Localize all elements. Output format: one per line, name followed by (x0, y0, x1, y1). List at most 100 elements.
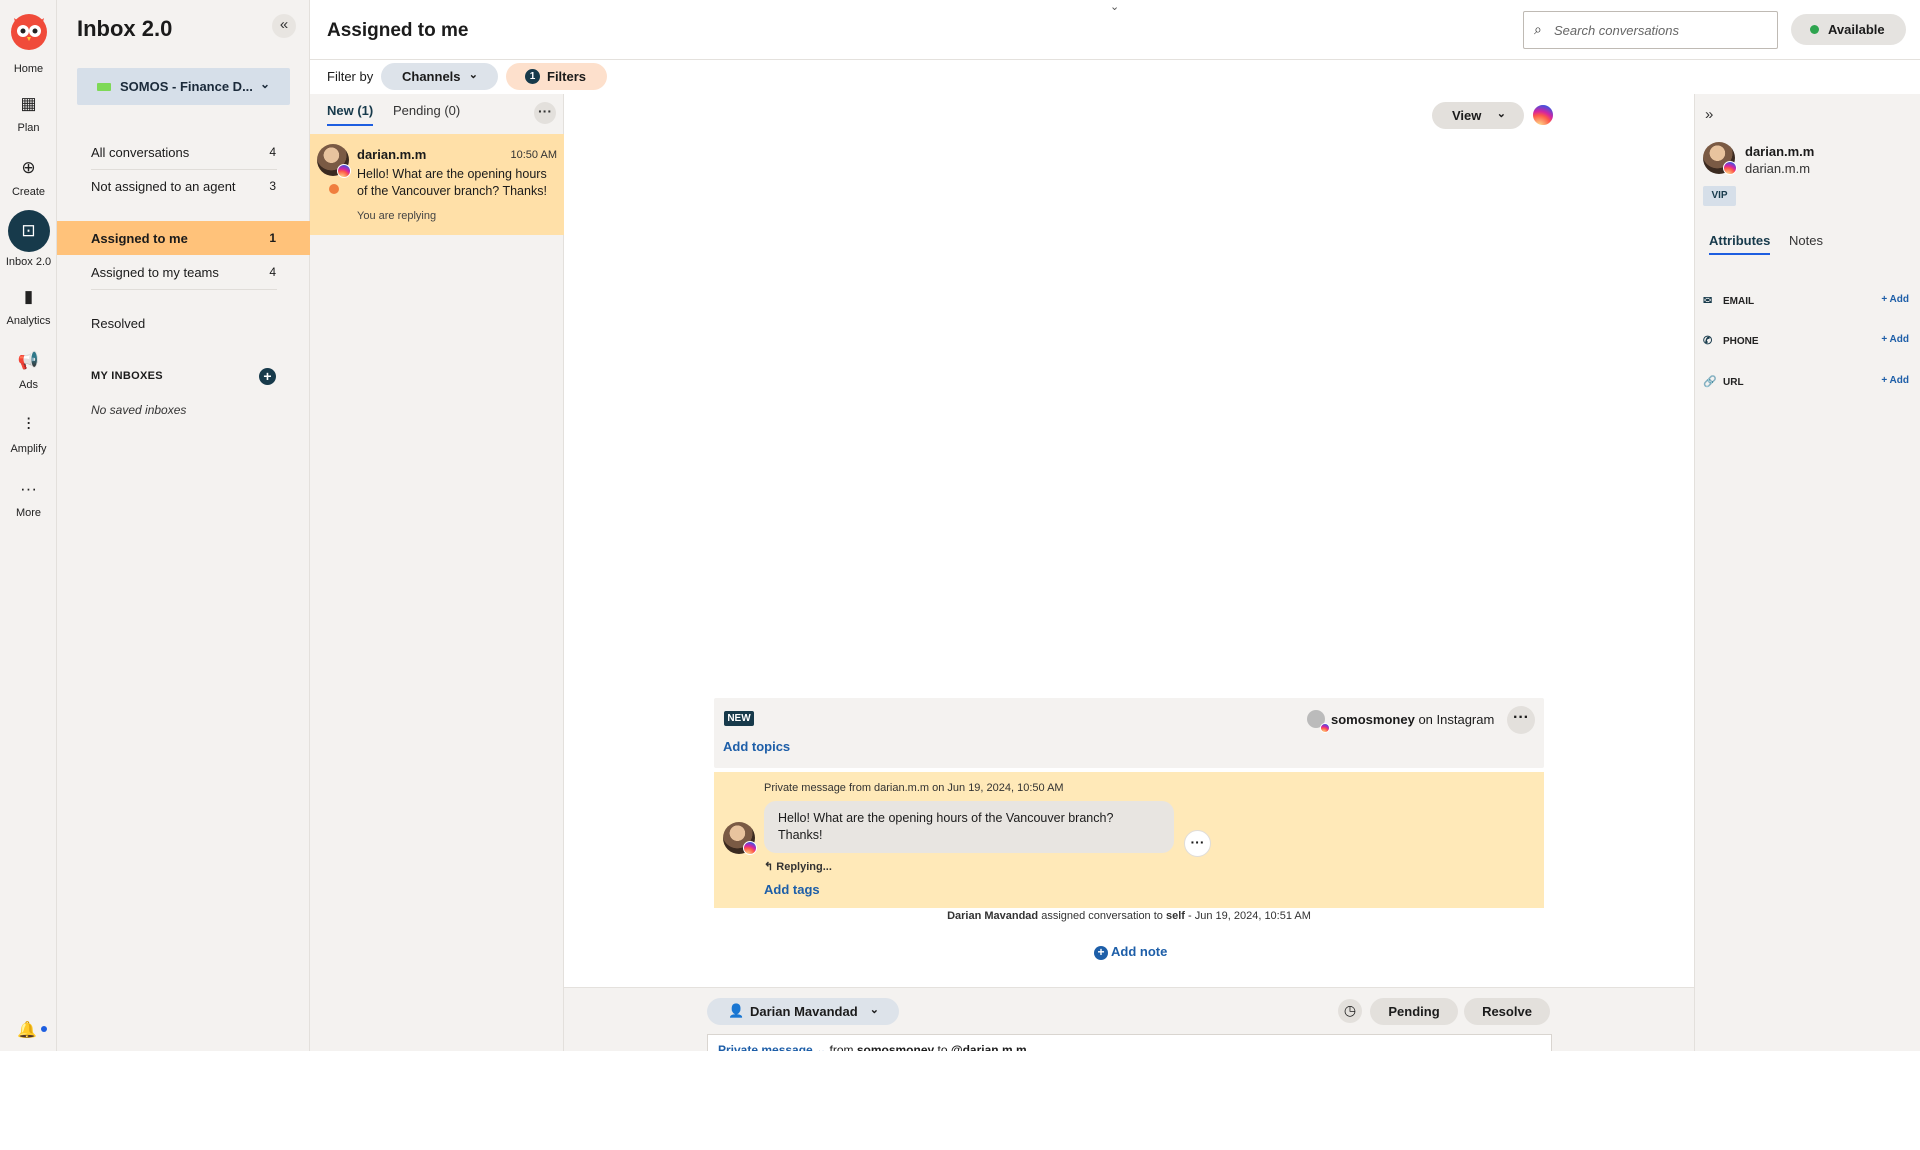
org-select-label: SOMOS - Finance D... (120, 79, 253, 94)
more-dots-icon: ··· (1190, 834, 1205, 850)
search-icon: ⌕ (1534, 21, 1542, 37)
plus-circle-icon: ⊕ (21, 158, 36, 177)
rail-amplify[interactable]: ⫶ Amplify (0, 413, 57, 455)
search-placeholder: Search conversations (1554, 22, 1680, 38)
conversation-preview: Hello! What are the opening hours of the… (357, 167, 547, 198)
nav-label: All conversations (91, 144, 190, 160)
resolve-button[interactable]: Resolve (1464, 998, 1550, 1025)
reply-toolbar: 👤 Darian Mavandad ⌄ ◷ Pending Resolve Pr… (564, 988, 1694, 1051)
filter-bar: Filter by Channels ⌄ 1 Filters (310, 60, 1920, 94)
view-label: View (1452, 108, 1482, 123)
instagram-icon (1723, 161, 1737, 175)
add-note-button[interactable]: + Add note (1094, 944, 1167, 960)
nav-label: Not assigned to an agent (91, 178, 236, 194)
collapse-sidebar-button[interactable]: « (272, 14, 296, 38)
rail-inbox-label: Inbox 2.0 (5, 256, 52, 268)
log-agent: Darian Mavandad (947, 910, 1039, 922)
reply-composer[interactable]: Private message ⌄ from somosmoney to @da… (707, 1034, 1552, 1051)
channels-filter-button[interactable]: Channels ⌄ (381, 63, 498, 90)
card-more-button[interactable]: ··· (1507, 706, 1535, 734)
chevron-down-icon: ⌄ (259, 77, 270, 91)
bell-icon[interactable]: 🔔 (17, 1020, 37, 1040)
phone-icon: ✆ (1703, 335, 1713, 347)
conversation-panel: View ⌄ NEW Add topics somosmoney on Inst… (564, 94, 1694, 1051)
nav-not-assigned[interactable]: Not assigned to an agent 3 (57, 169, 310, 203)
to-account: @darian.m.m (950, 1043, 1027, 1051)
org-select[interactable]: SOMOS - Finance D... ⌄ (77, 68, 290, 105)
my-inboxes-heading: MY INBOXES (91, 370, 163, 382)
amplify-icon: ⫶ (26, 415, 31, 434)
bar-chart-icon: ▮ (23, 287, 34, 306)
double-chevron-right-icon[interactable]: » (1705, 106, 1713, 123)
rail-plan-label: Plan (17, 122, 40, 134)
vip-badge[interactable]: VIP (1703, 186, 1736, 206)
instagram-icon (337, 164, 351, 178)
rail-more-label: More (15, 507, 42, 519)
rail-analytics[interactable]: ▮ Analytics (0, 285, 57, 327)
nav-assigned-to-me[interactable]: Assigned to me 1 (57, 221, 310, 255)
new-badge: NEW (724, 711, 754, 726)
add-inbox-button[interactable]: + (259, 368, 276, 385)
calendar-icon: ▦ (20, 94, 37, 113)
plus-icon: + (263, 368, 272, 384)
pending-button[interactable]: Pending (1370, 998, 1458, 1025)
status-dot (1810, 25, 1819, 34)
nav-resolved[interactable]: Resolved (57, 306, 310, 340)
nav-label: Assigned to me (91, 230, 188, 246)
log-time: - Jun 19, 2024, 10:51 AM (1188, 910, 1311, 922)
nav-rail: Home ▦ Plan ⊕ Create ⊡ Inbox 2.0 ▮ Analy… (0, 0, 57, 1051)
add-topics-link[interactable]: Add topics (723, 739, 790, 754)
contact-handle: darian.m.m (1745, 161, 1811, 176)
replying-label: Replying... (776, 861, 832, 873)
rail-more[interactable]: ··· More (0, 477, 57, 519)
message-type-select[interactable]: Private message (718, 1043, 813, 1051)
contact-name: darian.m.m (1745, 144, 1815, 159)
plus-circle-icon: + (1094, 946, 1108, 960)
rail-home[interactable]: Home (0, 63, 57, 75)
more-dots-icon: ··· (1513, 709, 1529, 726)
owl-logo-icon[interactable] (8, 10, 50, 52)
add-email-link[interactable]: + Add (1881, 294, 1909, 305)
from-account: somosmoney (856, 1043, 935, 1051)
search-input[interactable]: ⌕ Search conversations (1523, 11, 1778, 49)
attribute-url: 🔗 URL + Add (1703, 375, 1915, 388)
view-button[interactable]: View ⌄ (1432, 102, 1524, 129)
filters-button[interactable]: 1 Filters (506, 63, 607, 90)
message-more-button[interactable]: ··· (1184, 830, 1211, 857)
rail-ads[interactable]: 📢 Ads (0, 349, 57, 391)
assignee-label: Darian Mavandad (750, 1004, 858, 1019)
chevron-down-icon: ⌄ (1496, 108, 1506, 120)
add-url-link[interactable]: + Add (1881, 375, 1909, 386)
rail-create[interactable]: ⊕ Create (0, 156, 57, 198)
list-more-button[interactable]: ··· (534, 102, 556, 124)
notification-dot (41, 1026, 47, 1032)
rail-analytics-label: Analytics (6, 315, 51, 327)
megaphone-icon: 📢 (17, 351, 40, 370)
tab-new[interactable]: New (1) (327, 103, 374, 126)
conversation-item[interactable]: darian.m.m 10:50 AM Hello! What are the … (310, 134, 564, 235)
sidebar-title: Inbox 2.0 (77, 16, 173, 41)
chevron-down-icon[interactable]: ⌄ (1110, 0, 1119, 13)
attribute-label: URL (1723, 377, 1744, 388)
conversation-status: You are replying (357, 210, 437, 222)
divider (91, 289, 277, 290)
log-target: self (1165, 910, 1185, 922)
unread-dot (329, 184, 339, 194)
tab-notes[interactable]: Notes (1789, 233, 1823, 248)
add-tags-link[interactable]: Add tags (764, 882, 820, 897)
nav-all-conversations[interactable]: All conversations 4 (57, 135, 310, 169)
filters-count-badge: 1 (525, 69, 540, 84)
rail-plan[interactable]: ▦ Plan (0, 92, 57, 134)
channels-label: Channels (402, 69, 461, 84)
snooze-button[interactable]: ◷ (1338, 999, 1362, 1023)
account-network: on Instagram (1418, 712, 1495, 727)
tab-attributes[interactable]: Attributes (1709, 233, 1771, 255)
tab-pending[interactable]: Pending (0) (393, 103, 460, 118)
add-phone-link[interactable]: + Add (1881, 334, 1909, 345)
assignee-select[interactable]: 👤 Darian Mavandad ⌄ (707, 998, 899, 1025)
availability-status-button[interactable]: Available (1791, 14, 1906, 45)
rail-inbox[interactable]: ⊡ Inbox 2.0 (0, 210, 57, 268)
attribute-label: EMAIL (1723, 296, 1755, 307)
nav-assigned-to-teams[interactable]: Assigned to my teams 4 (57, 255, 310, 289)
reply-arrow-icon: ↰ (764, 861, 774, 873)
